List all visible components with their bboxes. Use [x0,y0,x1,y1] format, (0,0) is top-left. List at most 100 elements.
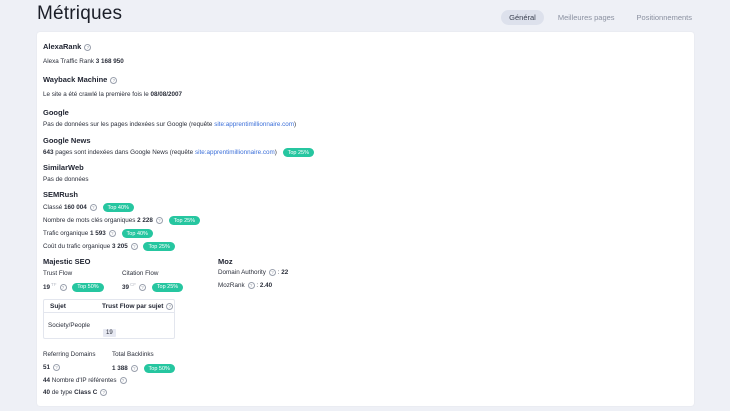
class-c-label: Class C [74,389,98,397]
domain-authority-value: 22 [281,269,289,277]
google-description: Pas de données sur les pages indexées su… [43,121,213,128]
google-news-section-title: Google News [43,136,91,145]
table-header-subject: Sujet [50,303,66,310]
trust-flow-value-row: 19TF? Top 50% [43,282,104,292]
domain-authority-label: Domain Authority [218,269,266,277]
similarweb-section-title: SimilarWeb [43,163,84,172]
citation-flow-badge: Top 25% [151,282,184,292]
alexa-traffic-rank: Alexa Traffic Rank 3 168 950 [43,58,124,65]
domain-authority-sep: : [277,269,280,277]
trust-flow-value: 19 [43,284,51,292]
info-icon[interactable]: ? [130,243,138,250]
page-title: Métriques [37,3,123,24]
semrush-cost-label: Coût du trafic organique [43,243,111,251]
referring-ips-row: 44 Nombre d'IP référentes? [43,377,127,384]
tab-rankings[interactable]: Positionnements [629,10,700,25]
trust-flow-badge: Top 50% [72,282,104,292]
google-close-paren: ) [293,121,297,128]
table-header: Sujet Trust Flow par sujet? [44,300,174,313]
metrics-card: AlexaRank? Alexa Traffic Rank 3 168 950 … [37,32,694,406]
google-news-site-link[interactable]: site:apprentimillionnaire.com [195,149,275,156]
topic-subject: Society/People [48,322,91,329]
referring-ips-value: 44 [43,377,51,385]
info-icon[interactable]: ? [110,76,118,84]
semrush-cost-value: 3 205 [111,243,128,251]
info-icon[interactable]: ? [84,43,92,51]
info-icon[interactable]: ? [53,364,61,371]
semrush-keywords-value: 2 228 [137,217,153,225]
semrush-keywords-row: Nombre de mots clés organiques 2 228? To… [43,216,201,225]
total-backlinks-badge: Top 50% [143,364,175,373]
google-news-count: 643 [43,149,54,157]
citation-flow-value: 39 [122,284,130,292]
referring-domains-label: Referring Domains [43,351,96,358]
wayback-title: Wayback Machine [43,75,108,84]
wayback-section-title: Wayback Machine? [43,75,118,84]
info-icon[interactable]: ? [108,230,116,237]
citation-flow-label: Citation Flow [122,270,159,277]
tab-general[interactable]: Général [501,10,544,25]
trust-flow-label: Trust Flow [43,270,73,277]
info-icon[interactable]: ? [139,283,147,291]
info-icon[interactable]: ? [89,204,97,211]
domain-authority-row: Domain Authority? : 22 [218,269,288,276]
citation-flow-value-row: 39CF? Top 25% [122,282,184,292]
semrush-rank-label: Classé [43,204,63,212]
metrics-tabs: Général Meilleures pages Positionnements [501,10,700,25]
google-news-close-paren: ) [274,149,277,157]
info-icon[interactable]: ? [130,365,138,372]
semrush-rank-badge: Top 40% [102,203,134,212]
semrush-rank-value: 160 004 [64,204,87,212]
semrush-rank-row: Classé 160 004? Top 40% [43,203,134,212]
info-icon[interactable]: ? [59,283,67,291]
semrush-traffic-label: Trafic organique [43,230,89,238]
class-c-value: 40 [43,389,51,397]
google-text: Pas de données sur les pages indexées su… [43,121,296,128]
google-news-text: 643 pages sont indexées dans Google News… [43,148,314,157]
google-news-description: pages sont indexées dans Google News (re… [55,149,194,157]
similarweb-text: Pas de données [43,176,89,183]
info-icon[interactable]: ? [155,217,163,224]
total-backlinks-value: 1 388 [112,365,128,373]
info-icon[interactable]: ? [247,282,255,289]
total-backlinks-label: Total Backlinks [112,351,154,358]
referring-ips-label: Nombre d'IP référentes [51,377,117,385]
alexa-traffic-value: 3 168 950 [95,58,124,65]
mozrank-sep: : [256,282,259,290]
info-icon[interactable]: ? [100,389,108,396]
class-c-row: 40 de type Class C? [43,389,108,397]
wayback-text: Le site a été crawlé la première fois le… [43,91,182,98]
alexa-traffic-label: Alexa Traffic Rank [43,58,94,65]
alexarank-section-title: AlexaRank? [43,42,92,51]
google-site-link[interactable]: site:apprentimillionnaire.com [214,121,294,128]
majestic-section-title: Majestic SEO [43,257,91,266]
info-icon[interactable]: ? [119,377,127,384]
google-section-title: Google [43,108,69,117]
semrush-cost-badge: Top 25% [143,242,175,251]
table-header-trust-flow-label: Trust Flow par sujet [102,303,164,311]
topic-trust-flow-value: 19 [103,329,116,337]
alexarank-title: AlexaRank [43,42,82,51]
trust-flow-topic-table: Sujet Trust Flow par sujet? Society/Peop… [43,299,175,339]
topic-value-cell: 19 [103,321,116,339]
mozrank-row: MozRank? : 2.40 [218,282,272,289]
semrush-cost-row: Coût du trafic organique 3 205? Top 25% [43,242,175,251]
referring-domains-value: 51 [43,364,51,372]
referring-domains-row: 51? [43,364,61,372]
mozrank-value: 2.40 [259,282,273,290]
tab-best-pages[interactable]: Meilleures pages [550,10,623,25]
info-icon[interactable]: ? [268,269,276,276]
wayback-description: Le site a été crawlé la première fois le [43,91,149,98]
table-header-trust-flow: Trust Flow par sujet? [102,303,174,311]
table-row: Society/People [48,322,90,329]
moz-section-title: Moz [218,257,233,266]
semrush-keywords-label: Nombre de mots clés organiques [43,217,136,225]
info-icon[interactable]: ? [166,303,174,310]
semrush-traffic-badge: Top 40% [121,229,153,238]
trust-flow-sup: TF [51,282,57,287]
semrush-traffic-value: 1 593 [90,230,106,238]
semrush-section-title: SEMRush [43,190,79,199]
wayback-date: 08/08/2007 [150,91,182,98]
semrush-traffic-row: Trafic organique 1 593? Top 40% [43,229,153,238]
class-c-prefix: de type [51,389,73,397]
